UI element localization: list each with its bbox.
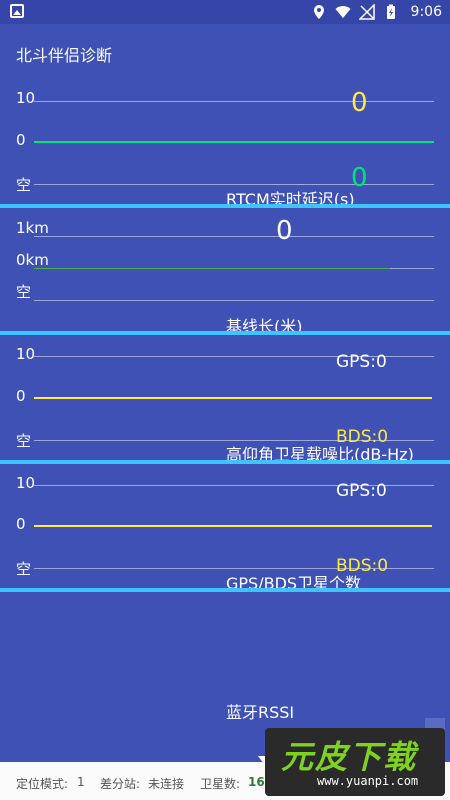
image-notification-icon [10, 4, 24, 18]
satellite-count-label: 卫星数: [200, 777, 241, 791]
y-axis-label-empty: 空 [16, 432, 32, 450]
panel-separator [0, 460, 450, 464]
panel-separator [0, 204, 450, 208]
satellite-gps-value: GPS:0 [336, 481, 387, 501]
battery-charging-icon [386, 4, 395, 19]
y-axis-label-empty: 空 [16, 176, 32, 194]
y-axis-label-empty: 空 [16, 560, 32, 578]
no-signal-icon [358, 4, 375, 20]
y-axis-label-top: 10 [16, 474, 36, 492]
panel-separator [0, 331, 450, 335]
y-axis-label-top: 1km [16, 219, 49, 237]
grid-line [390, 268, 434, 269]
watermark-logo: 元皮下载 www.yuanpi.com [265, 728, 445, 796]
y-axis-label-top: 10 [16, 89, 36, 107]
y-axis-label-zero: 0 [16, 515, 26, 533]
watermark-url: www.yuanpi.com [317, 774, 419, 788]
page-title: 北斗伴侣诊断 [16, 46, 113, 65]
panel-separator [0, 588, 450, 592]
cnr-zero-line [34, 397, 432, 399]
y-axis-label-zero: 0 [16, 131, 26, 149]
wifi-icon [335, 6, 351, 18]
grid-line [34, 101, 434, 102]
diff-station-value: 未连接 [148, 777, 185, 791]
bluetooth-rssi-caption: 蓝牙RSSI [226, 703, 295, 722]
y-axis-label-zero: 0 [16, 387, 26, 405]
delay-value-yellow: 0 [351, 88, 368, 118]
watermark-text: 元皮下载 [281, 738, 418, 776]
y-axis-label-empty: 空 [16, 283, 32, 301]
satellite-count-value: 16 [248, 775, 265, 789]
baseline-zero-line [34, 268, 390, 269]
y-axis-label-zero: 0km [16, 251, 49, 269]
status-bar: 9:06 [0, 0, 450, 24]
grid-line [34, 184, 434, 185]
baseline-value: 0 [276, 216, 293, 246]
grid-line [34, 300, 434, 301]
clock: 9:06 [410, 4, 442, 20]
status-icons: 9:06 [311, 3, 442, 21]
cnr-gps-value: GPS:0 [336, 352, 387, 372]
delay-zero-line [34, 141, 434, 143]
positioning-mode-value: 1 [77, 775, 85, 789]
positioning-mode-label: 定位模式: [16, 777, 69, 791]
location-icon [313, 5, 324, 19]
satellite-zero-line [34, 525, 432, 527]
grid-line [34, 236, 434, 237]
diff-station-label: 差分站: [100, 777, 141, 791]
y-axis-label-top: 10 [16, 345, 36, 363]
